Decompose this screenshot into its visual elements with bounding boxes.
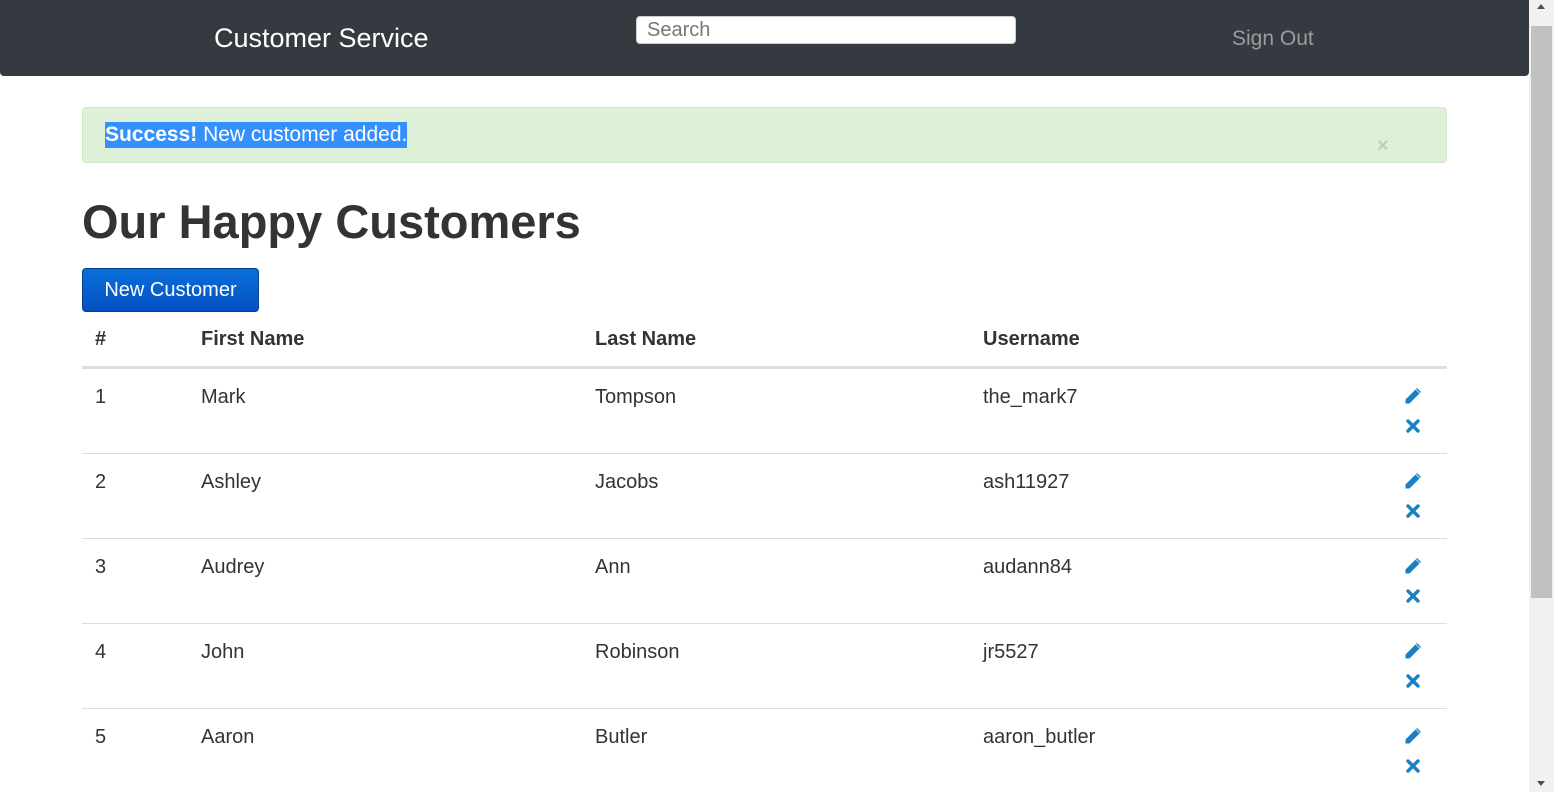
- cell-first-name: Mark: [201, 386, 246, 408]
- search-input[interactable]: [636, 16, 1016, 44]
- vertical-scrollbar[interactable]: [1529, 0, 1554, 792]
- close-icon[interactable]: [1405, 758, 1421, 774]
- cell-username: the_mark7: [983, 386, 1078, 408]
- cell-first-name: Audrey: [201, 556, 265, 578]
- cell-number: 5: [95, 726, 107, 748]
- scroll-down-arrow-icon[interactable]: [1537, 781, 1545, 786]
- alert-strong: Success!: [105, 123, 198, 146]
- cell-last-name: Jacobs: [595, 471, 659, 493]
- table-row: 1 Mark Tompson the_mark7: [82, 369, 1447, 454]
- cell-first-name: Ashley: [201, 471, 262, 493]
- column-header-number: #: [95, 328, 107, 350]
- column-header-first-name: First Name: [201, 328, 305, 350]
- cell-number: 2: [95, 471, 107, 493]
- cell-username: jr5527: [983, 641, 1039, 663]
- cell-last-name: Ann: [595, 556, 631, 578]
- table-row: 2 Ashley Jacobs ash11927: [82, 454, 1447, 539]
- cell-username: aaron_butler: [983, 726, 1096, 748]
- cell-last-name: Robinson: [595, 641, 680, 663]
- scrollbar-thumb[interactable]: [1531, 26, 1552, 598]
- pencil-icon[interactable]: [1404, 642, 1422, 660]
- success-alert: Success! New customer added. ×: [82, 107, 1447, 163]
- table-row: 4 John Robinson jr5527: [82, 624, 1447, 709]
- cell-username: audann84: [983, 556, 1072, 578]
- cell-last-name: Butler: [595, 726, 648, 748]
- new-customer-button[interactable]: New Customer: [82, 268, 259, 312]
- table-row: 3 Audrey Ann audann84: [82, 539, 1447, 624]
- close-icon[interactable]: [1405, 673, 1421, 689]
- alert-message: Success! New customer added.: [105, 122, 408, 148]
- cell-first-name: Aaron: [201, 726, 255, 748]
- cell-number: 4: [95, 641, 107, 663]
- column-header-username: Username: [983, 328, 1080, 350]
- table-row: 5 Aaron Butler aaron_butler: [82, 709, 1447, 794]
- navbar: Customer Service Sign Out: [0, 0, 1529, 76]
- alert-body: New customer added.: [197, 123, 408, 146]
- column-header-last-name: Last Name: [595, 328, 697, 350]
- sign-out-link[interactable]: Sign Out: [1232, 26, 1314, 52]
- cell-number: 1: [95, 386, 107, 408]
- scroll-up-arrow-icon[interactable]: [1537, 4, 1545, 9]
- cell-username: ash11927: [983, 471, 1070, 493]
- close-icon[interactable]: [1405, 503, 1421, 519]
- pencil-icon[interactable]: [1404, 472, 1422, 490]
- pencil-icon[interactable]: [1404, 387, 1422, 405]
- brand-title[interactable]: Customer Service: [214, 22, 429, 54]
- pencil-icon[interactable]: [1404, 557, 1422, 575]
- close-icon[interactable]: [1405, 588, 1421, 604]
- pencil-icon[interactable]: [1404, 727, 1422, 745]
- close-alert-icon[interactable]: ×: [1377, 136, 1389, 156]
- cell-first-name: John: [201, 641, 245, 663]
- page-title: Our Happy Customers: [82, 195, 581, 248]
- close-icon[interactable]: [1405, 418, 1421, 434]
- cell-last-name: Tompson: [595, 386, 677, 408]
- cell-number: 3: [95, 556, 107, 578]
